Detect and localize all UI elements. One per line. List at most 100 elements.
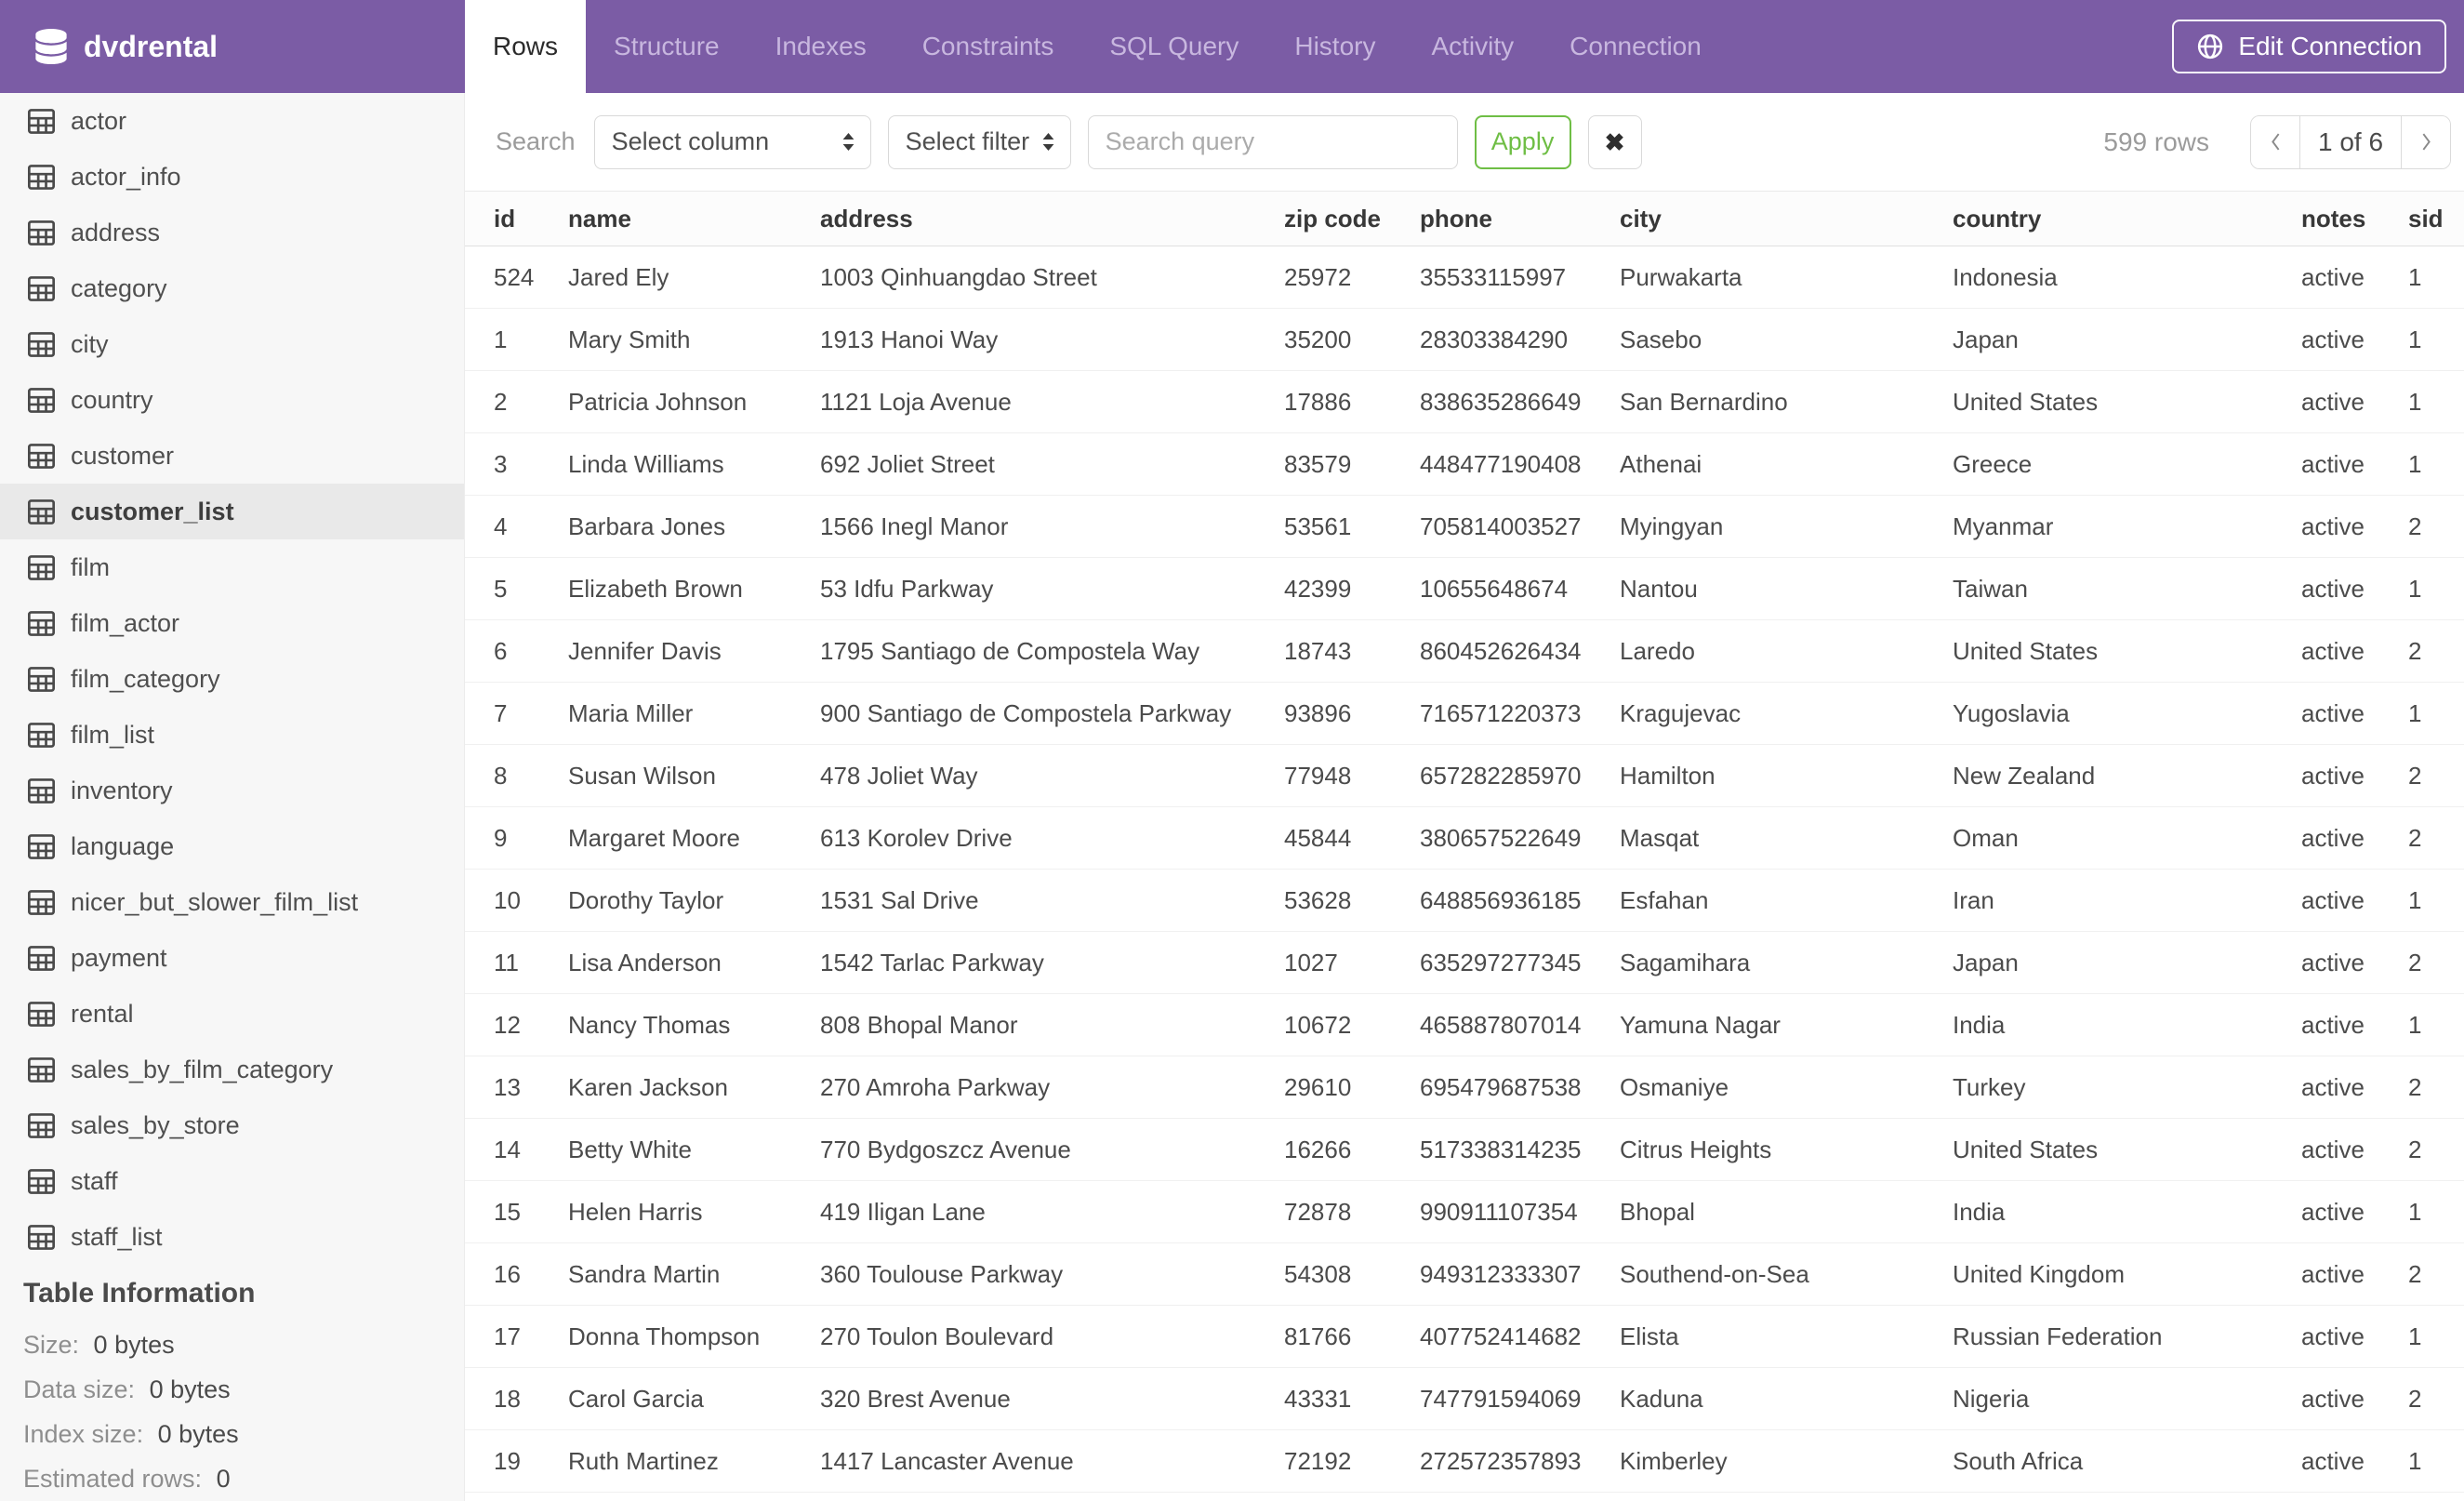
table-row[interactable]: 10 Dorothy Taylor 1531 Sal Drive 53628 6… bbox=[465, 870, 2464, 932]
table-row[interactable]: 11 Lisa Anderson 1542 Tarlac Parkway 102… bbox=[465, 932, 2464, 994]
tab-rows[interactable]: Rows bbox=[465, 0, 587, 93]
tab-structure[interactable]: Structure bbox=[586, 0, 748, 93]
sidebar-table-item[interactable]: film_actor bbox=[0, 595, 464, 651]
table-row[interactable]: 8 Susan Wilson 478 Joliet Way 77948 6572… bbox=[465, 745, 2464, 807]
sidebar-table-item[interactable]: film_list bbox=[0, 707, 464, 763]
sidebar-table-item[interactable]: rental bbox=[0, 986, 464, 1042]
table-row[interactable]: 14 Betty White 770 Bydgoszcz Avenue 1626… bbox=[465, 1119, 2464, 1181]
cell-notes: active bbox=[2301, 885, 2365, 914]
column-header[interactable]: sid bbox=[2408, 205, 2464, 233]
cell-phone: 705814003527 bbox=[1420, 511, 1582, 540]
pagination-prev-button[interactable] bbox=[2251, 115, 2299, 168]
sidebar-table-item[interactable]: actor bbox=[0, 93, 464, 149]
table-row[interactable]: 7 Maria Miller 900 Santiago de Compostel… bbox=[465, 683, 2464, 745]
table-row[interactable]: 15 Helen Harris 419 Iligan Lane 72878 99… bbox=[465, 1181, 2464, 1243]
sidebar-table-item[interactable]: film_category bbox=[0, 651, 464, 707]
cell-sid: 1 bbox=[2408, 325, 2422, 353]
table-icon bbox=[28, 833, 55, 859]
cell-notes: active bbox=[2301, 511, 2365, 540]
cell-city: Sasebo bbox=[1620, 325, 1702, 353]
cell-phone: 949312333307 bbox=[1420, 1259, 1582, 1288]
cell-name: Patricia Johnson bbox=[568, 387, 748, 416]
cell-address: 1003 Qinhuangdao Street bbox=[820, 262, 1097, 291]
column-header[interactable]: city bbox=[1620, 205, 1953, 233]
sidebar-table-item[interactable]: sales_by_film_category bbox=[0, 1042, 464, 1097]
table-icon bbox=[28, 219, 55, 246]
sidebar-table-item[interactable]: staff bbox=[0, 1153, 464, 1209]
table-row[interactable]: 18 Carol Garcia 320 Brest Avenue 43331 7… bbox=[465, 1368, 2464, 1430]
sidebar-table-item[interactable]: inventory bbox=[0, 763, 464, 818]
column-header[interactable]: notes bbox=[2301, 205, 2408, 233]
cell-phone: 407752414682 bbox=[1420, 1322, 1582, 1350]
cell-id: 11 bbox=[494, 948, 519, 976]
sidebar-table-item[interactable]: address bbox=[0, 205, 464, 260]
table-row[interactable]: 5 Elizabeth Brown 53 Idfu Parkway 42399 … bbox=[465, 558, 2464, 620]
table-row[interactable]: 12 Nancy Thomas 808 Bhopal Manor 10672 4… bbox=[465, 994, 2464, 1056]
sidebar-table-item[interactable]: country bbox=[0, 372, 464, 428]
table-row[interactable]: 1 Mary Smith 1913 Hanoi Way 35200 283033… bbox=[465, 309, 2464, 371]
pagination-next-button[interactable] bbox=[2402, 115, 2450, 168]
cell-id: 12 bbox=[494, 1010, 521, 1039]
clear-search-button[interactable]: ✖ bbox=[1587, 114, 1642, 169]
column-header[interactable]: country bbox=[1953, 205, 2301, 233]
cell-name: Margaret Moore bbox=[568, 823, 740, 852]
search-query-input[interactable] bbox=[1087, 114, 1458, 169]
cell-id: 16 bbox=[494, 1259, 521, 1288]
table-row[interactable]: 3 Linda Williams 692 Joliet Street 83579… bbox=[465, 433, 2464, 496]
cell-id: 13 bbox=[494, 1072, 521, 1101]
column-header[interactable]: id bbox=[494, 205, 568, 233]
tab-sql-query[interactable]: SQL Query bbox=[1081, 0, 1266, 93]
column-header[interactable]: zip code bbox=[1284, 205, 1420, 233]
column-header[interactable]: phone bbox=[1420, 205, 1620, 233]
tab-connection[interactable]: Connection bbox=[1542, 0, 1729, 93]
cell-zip-code: 77948 bbox=[1284, 761, 1352, 790]
filter-select[interactable]: Select filter bbox=[887, 114, 1071, 169]
table-row[interactable]: 16 Sandra Martin 360 Toulouse Parkway 54… bbox=[465, 1243, 2464, 1306]
cell-notes: active bbox=[2301, 325, 2365, 353]
tab-history[interactable]: History bbox=[1266, 0, 1403, 93]
column-header[interactable]: name bbox=[568, 205, 820, 233]
sidebar-table-item[interactable]: category bbox=[0, 260, 464, 316]
table-row[interactable]: 6 Jennifer Davis 1795 Santiago de Compos… bbox=[465, 620, 2464, 683]
cell-city: Masqat bbox=[1620, 823, 1700, 852]
cell-address: 1913 Hanoi Way bbox=[820, 325, 999, 353]
cell-id: 14 bbox=[494, 1135, 521, 1163]
table-information-list: Size: 0 bytes Data size: 0 bytes Index s… bbox=[23, 1322, 464, 1501]
table-row[interactable]: 4 Barbara Jones 1566 Inegl Manor 53561 7… bbox=[465, 496, 2464, 558]
sidebar-table-item[interactable]: language bbox=[0, 818, 464, 874]
sidebar-table-item[interactable]: staff_list bbox=[0, 1209, 464, 1265]
table-icon bbox=[28, 1112, 55, 1138]
cell-notes: active bbox=[2301, 636, 2365, 665]
sidebar-table-item[interactable]: city bbox=[0, 316, 464, 372]
cell-address: 320 Brest Avenue bbox=[820, 1384, 1011, 1413]
sidebar-table-label: actor bbox=[71, 106, 127, 135]
table-row[interactable]: 2 Patricia Johnson 1121 Loja Avenue 1788… bbox=[465, 371, 2464, 433]
sidebar-table-item[interactable]: payment bbox=[0, 930, 464, 986]
table-row[interactable]: 13 Karen Jackson 270 Amroha Parkway 2961… bbox=[465, 1056, 2464, 1119]
sidebar-table-item[interactable]: film bbox=[0, 539, 464, 595]
sidebar-table-item[interactable]: sales_by_store bbox=[0, 1097, 464, 1153]
edit-connection-button[interactable]: Edit Connection bbox=[2172, 20, 2446, 73]
column-select[interactable]: Select column bbox=[593, 114, 871, 169]
tab-activity[interactable]: Activity bbox=[1403, 0, 1542, 93]
cell-country: Russian Federation bbox=[1953, 1322, 2163, 1350]
cell-notes: active bbox=[2301, 1010, 2365, 1039]
sidebar-table-item[interactable]: actor_info bbox=[0, 149, 464, 205]
table-row[interactable]: 9 Margaret Moore 613 Korolev Drive 45844… bbox=[465, 807, 2464, 870]
table-icon bbox=[28, 1224, 55, 1250]
sidebar-table-item[interactable]: nicer_but_slower_film_list bbox=[0, 874, 464, 930]
sidebar-table-item[interactable]: customer_list bbox=[0, 484, 464, 539]
tab-constraints[interactable]: Constraints bbox=[894, 0, 1082, 93]
table-row[interactable]: 19 Ruth Martinez 1417 Lancaster Avenue 7… bbox=[465, 1430, 2464, 1493]
table-info-label: Estimated rows: bbox=[23, 1465, 203, 1493]
column-header[interactable]: address bbox=[820, 205, 1284, 233]
sidebar-table-item[interactable]: customer bbox=[0, 428, 464, 484]
brand: dvdrental bbox=[0, 0, 465, 93]
table-row[interactable]: 17 Donna Thompson 270 Toulon Boulevard 8… bbox=[465, 1306, 2464, 1368]
apply-button[interactable]: Apply bbox=[1474, 114, 1571, 169]
table-row[interactable]: 524 Jared Ely 1003 Qinhuangdao Street 25… bbox=[465, 246, 2464, 309]
cell-sid: 1 bbox=[2408, 574, 2422, 603]
table-information: Table Information Size: 0 bytes Data siz… bbox=[0, 1265, 464, 1501]
tab-indexes[interactable]: Indexes bbox=[748, 0, 894, 93]
cell-address: 478 Joliet Way bbox=[820, 761, 978, 790]
